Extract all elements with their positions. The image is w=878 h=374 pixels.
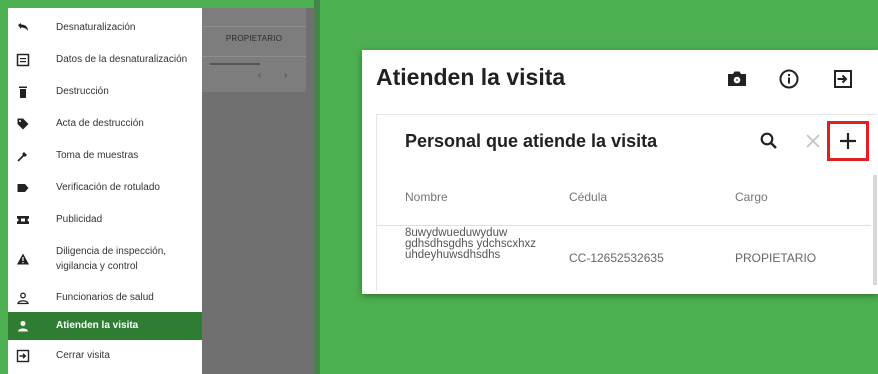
- cell-cedula: CC-12652532635: [569, 251, 664, 265]
- sidebar-item-desnaturalizacion[interactable]: Desnaturalización: [8, 14, 202, 42]
- sidebar-item-destruccion[interactable]: Destrucción: [8, 78, 202, 106]
- dialog-title: Atienden la visita: [376, 64, 566, 90]
- vertical-scrollbar[interactable]: [873, 175, 877, 285]
- sidebar-item-diligencia[interactable]: Diligencia de inspección, vigilancia y c…: [8, 238, 202, 280]
- sidebar-item-label: Diligencia de inspección, vigilancia y c…: [56, 246, 167, 272]
- overlay-edge: [314, 0, 320, 374]
- close-icon[interactable]: [801, 129, 825, 153]
- sidebar-item-label: Publicidad: [56, 214, 103, 225]
- background-role-text: PROPIETARIO: [225, 34, 283, 43]
- document-list-icon: [16, 53, 30, 67]
- column-header-cargo[interactable]: Cargo: [735, 190, 768, 204]
- sidebar-item-label: Destrucción: [56, 86, 109, 97]
- personal-panel: Personal que atiende la visita Nombre Cé…: [376, 114, 877, 291]
- sidebar-item-label: Desnaturalización: [56, 22, 136, 33]
- sidebar-item-label: Atienden la visita: [56, 320, 139, 331]
- camera-icon[interactable]: [724, 66, 750, 92]
- ticket-icon: [16, 213, 30, 227]
- dropper-icon: [16, 149, 30, 163]
- chevron-right-icon[interactable]: ›: [284, 70, 287, 81]
- cell-nombre: 8uwydwueduwyduw gdhsdhsgdhs ydchscxhxz u…: [405, 227, 537, 261]
- label-icon: [16, 181, 30, 195]
- background-card: PROPIETARIO ‹ ›: [202, 8, 306, 92]
- person-icon: [16, 319, 30, 333]
- warning-icon: [16, 252, 30, 266]
- sidebar-item-label: Acta de destrucción: [56, 118, 144, 129]
- info-icon[interactable]: [776, 66, 802, 92]
- exit-icon[interactable]: [830, 66, 856, 92]
- sidebar-item-funcionarios-salud[interactable]: Funcionarios de salud: [8, 284, 202, 312]
- divider: [377, 225, 871, 226]
- undo-icon: [16, 21, 30, 35]
- atienden-visita-dialog: Atienden la visita Personal que atiende …: [362, 50, 878, 294]
- divider: [202, 56, 306, 57]
- sidebar-item-label: Funcionarios de salud: [56, 292, 154, 303]
- sidebar-item-publicidad[interactable]: Publicidad: [8, 206, 202, 234]
- exit-icon: [16, 349, 30, 363]
- sidebar-item-label: Verificación de rotulado: [56, 182, 160, 193]
- sidebar-item-label: Cerrar visita: [56, 350, 110, 361]
- person-outline-icon: [16, 291, 30, 305]
- sidebar-item-cerrar-visita[interactable]: Cerrar visita: [8, 342, 202, 370]
- sidebar-item-datos-desnaturalizacion[interactable]: Datos de la desnaturalización: [8, 46, 202, 74]
- chevron-left-icon[interactable]: ‹: [258, 70, 261, 81]
- tag-icon: [16, 117, 30, 131]
- sidebar-item-verificacion-rotulado[interactable]: Verificación de rotulado: [8, 174, 202, 202]
- sidebar-item-atienden-visita[interactable]: Atienden la visita: [8, 312, 202, 340]
- divider: [202, 26, 306, 27]
- cell-cargo: PROPIETARIO: [735, 251, 817, 265]
- background-overlay: PROPIETARIO ‹ ›: [202, 8, 314, 374]
- column-header-nombre[interactable]: Nombre: [405, 190, 448, 204]
- sidebar-item-acta-destruccion[interactable]: Acta de destrucción: [8, 110, 202, 138]
- panel-title: Personal que atiende la visita: [405, 131, 658, 151]
- trash-icon: [16, 85, 30, 99]
- horizontal-scrollbar[interactable]: [210, 63, 260, 65]
- sidebar: Desnaturalización Datos de la desnatural…: [8, 8, 202, 374]
- add-person-button[interactable]: [827, 121, 869, 161]
- column-header-cedula[interactable]: Cédula: [569, 190, 607, 204]
- sidebar-item-label: Datos de la desnaturalización: [56, 54, 188, 65]
- search-icon[interactable]: [757, 129, 781, 153]
- sidebar-item-label: Toma de muestras: [56, 150, 139, 161]
- add-icon: [840, 133, 856, 149]
- sidebar-item-toma-muestras[interactable]: Toma de muestras: [8, 142, 202, 170]
